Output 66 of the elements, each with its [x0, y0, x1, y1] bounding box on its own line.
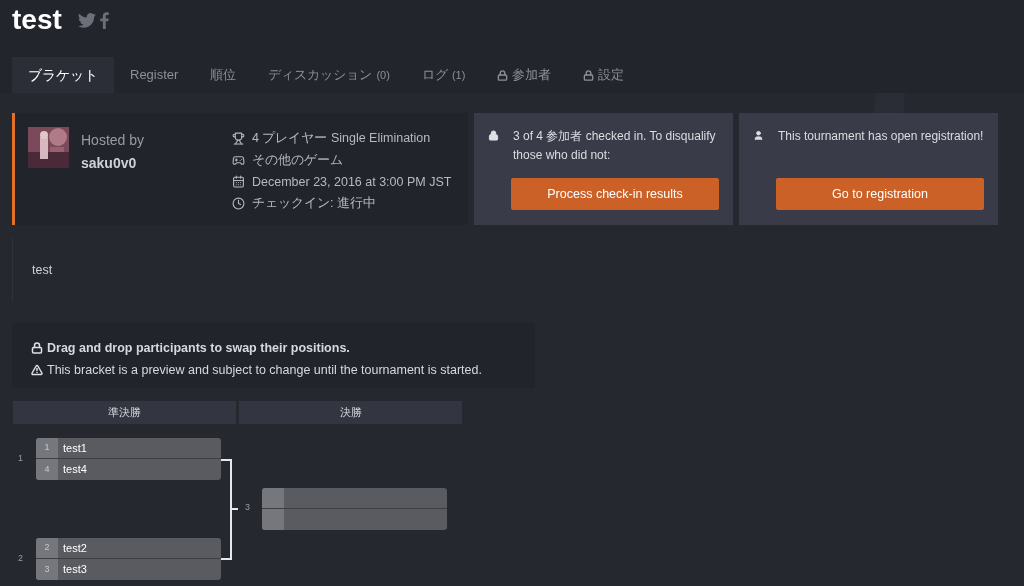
card-text: 3 of 4 参加者 checked in. To disqualify those who did not:	[513, 128, 717, 164]
participant-slot[interactable]: 2 test2	[36, 538, 221, 559]
calendar-icon	[232, 175, 245, 189]
tab-label: Register	[130, 66, 179, 85]
notice-text: This bracket is a preview and subject to change until the tournament is started.	[47, 361, 482, 379]
round-header: 決勝	[239, 401, 462, 424]
user-icon	[753, 130, 764, 141]
match-number: 2	[18, 552, 24, 566]
seed-number: 2	[36, 538, 58, 558]
match-number: 3	[245, 501, 250, 514]
detail-text: チェックイン: 進行中	[252, 195, 376, 213]
seed-number: 1	[36, 438, 58, 458]
participant-slot[interactable]: 3 test3	[36, 559, 221, 580]
empty-slot[interactable]	[262, 509, 447, 530]
seed-box	[262, 509, 284, 530]
tournament-title: test	[12, 6, 62, 34]
match-box[interactable]: 1 test1 4 test4	[36, 438, 221, 480]
empty-slot[interactable]	[262, 488, 447, 509]
tab-label: 参加者	[512, 66, 552, 85]
tab[interactable]: 参加者	[481, 57, 568, 93]
process-check-in-button[interactable]: Process check-in results	[511, 178, 719, 210]
participant-name: test4	[62, 462, 87, 477]
host-name[interactable]: saku0v0	[81, 153, 221, 174]
detail-text: December 23, 2016 at 3:00 PM JST	[252, 173, 452, 191]
facebook-icon[interactable]	[99, 11, 109, 29]
lock-icon	[31, 342, 43, 355]
lock-icon	[497, 69, 509, 81]
participant-name: test1	[62, 441, 87, 456]
tab[interactable]: ログ (1)	[405, 57, 482, 93]
tab-count: (1)	[451, 67, 466, 83]
participant-slot[interactable]: 1 test1	[36, 438, 221, 459]
warning-icon	[31, 364, 43, 377]
tab[interactable]: 順位	[194, 57, 253, 93]
trophy-icon	[232, 131, 245, 145]
hosted-by-label: Hosted by	[81, 131, 146, 150]
tab-count: (0)	[376, 67, 390, 83]
detail-text: その他のゲーム	[252, 151, 343, 169]
card-text: This tournament has open registration!	[778, 128, 984, 145]
round-header: 準決勝	[13, 401, 236, 424]
tab[interactable]: Register	[114, 57, 195, 93]
notice-text: Drag and drop participants to swap their positions.	[47, 340, 350, 357]
participant-slot[interactable]: 4 test4	[36, 459, 221, 480]
go-to-registration-button[interactable]: Go to registration	[776, 178, 984, 210]
tab-label: ブラケット	[28, 65, 98, 85]
participant-name: test3	[62, 562, 87, 577]
tab-label: 設定	[598, 66, 625, 85]
match-box[interactable]: 2 test2 3 test3	[36, 538, 221, 580]
seed-number: 3	[36, 559, 58, 580]
tab[interactable]: 設定	[567, 57, 641, 93]
gamepad-icon	[232, 153, 245, 167]
tab[interactable]: ブラケット	[12, 57, 114, 93]
match-number: 1	[18, 452, 24, 466]
bird-icon[interactable]	[77, 12, 96, 28]
seed-number: 4	[36, 459, 58, 480]
participant-name: test2	[62, 541, 87, 556]
tab-label: ログ	[421, 66, 448, 85]
detail-text: 4 プレイヤー Single Elimination	[252, 130, 431, 147]
tab-label: ディスカッション	[268, 66, 373, 85]
tab[interactable]: ディスカッション (0)	[252, 57, 406, 93]
clock-icon	[232, 197, 245, 211]
tab-label: 順位	[210, 66, 237, 85]
seed-box	[262, 488, 284, 508]
match-box[interactable]	[262, 488, 447, 530]
description-text: test	[32, 261, 53, 279]
lock-icon	[583, 69, 595, 81]
lock-icon	[488, 130, 499, 141]
